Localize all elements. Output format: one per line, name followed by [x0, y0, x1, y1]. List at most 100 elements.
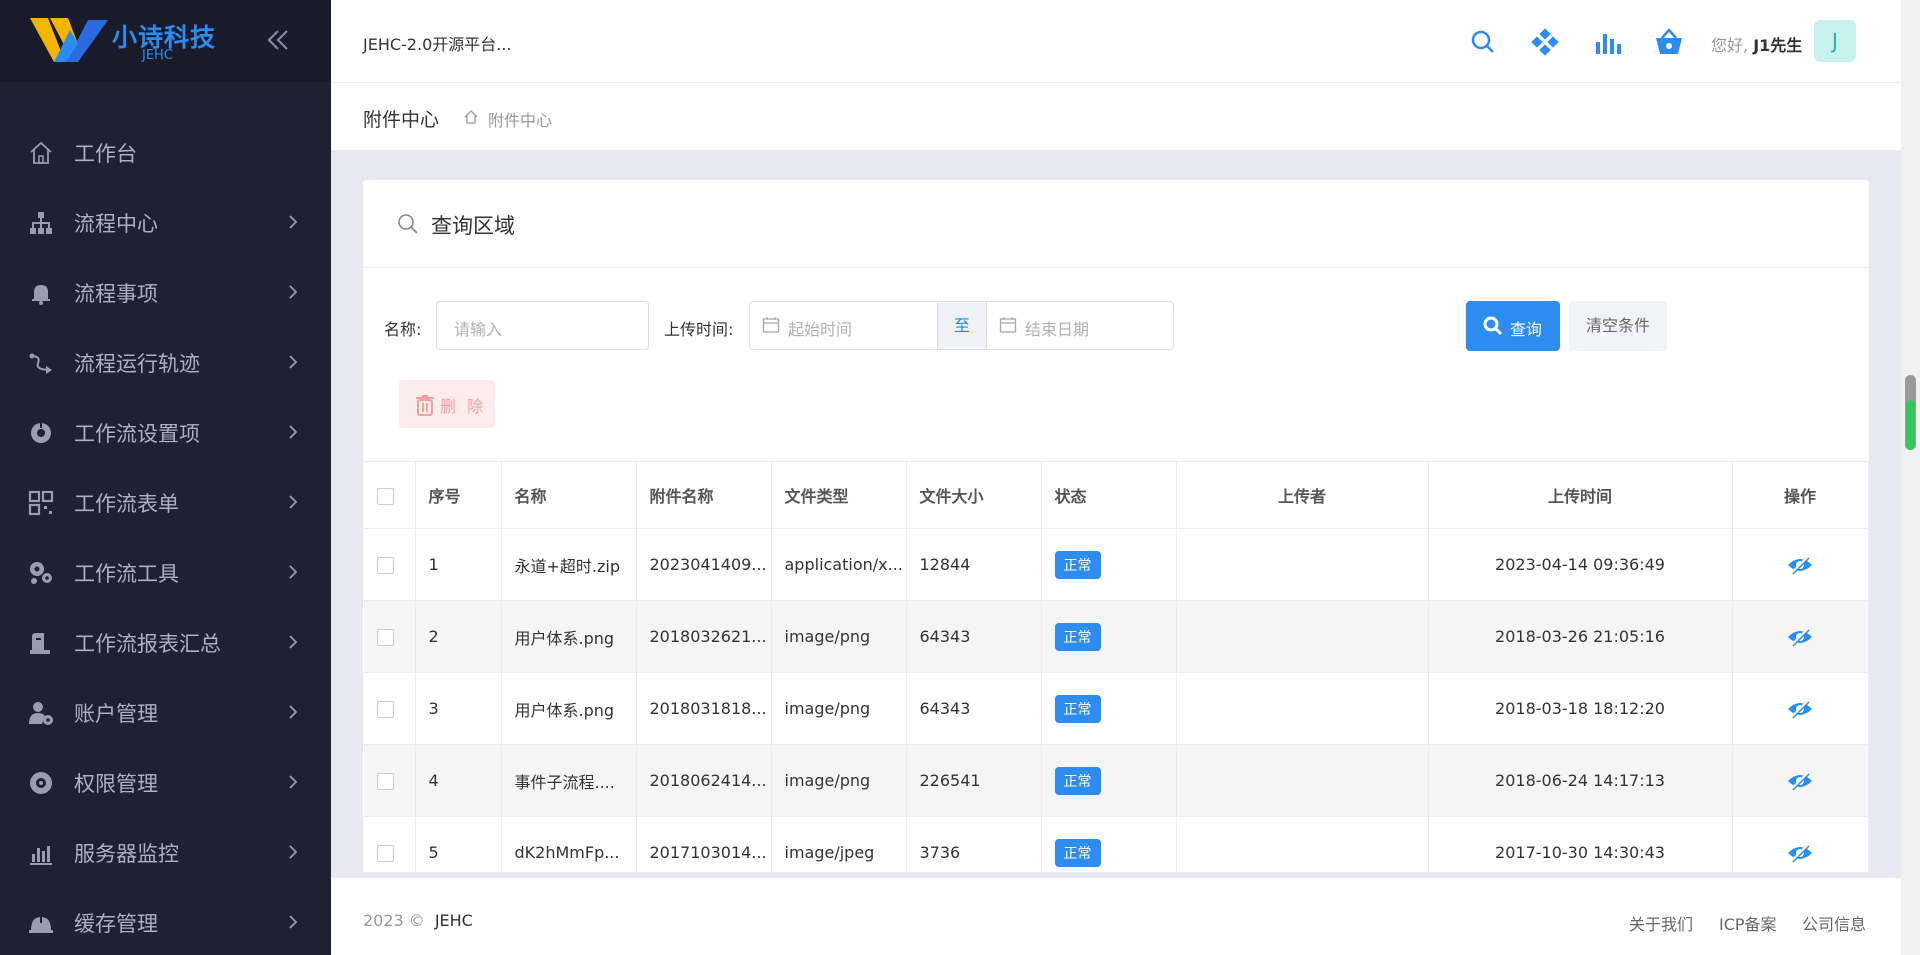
name-label: 名称: — [384, 320, 422, 339]
start-time-input[interactable]: 起始时间 — [749, 301, 938, 350]
chevron-right-icon — [289, 845, 298, 859]
basket-icon[interactable] — [1653, 26, 1685, 58]
view-icon[interactable] — [1786, 842, 1814, 864]
home-icon[interactable] — [463, 109, 479, 125]
row-checkbox[interactable] — [377, 629, 394, 646]
status-badge: 正常 — [1054, 766, 1101, 795]
row-checkbox[interactable] — [377, 845, 394, 862]
select-all-checkbox[interactable] — [377, 487, 394, 505]
table-row[interactable]: 1 永道+超时.zip 2023041409... application/x... 1… — [364, 528, 1869, 601]
view-icon[interactable] — [1786, 698, 1814, 720]
select-all-cell[interactable] — [364, 461, 416, 529]
user-gear-icon — [29, 702, 53, 725]
sidebar-item[interactable]: 工作流工具 — [0, 537, 331, 607]
row-select-cell[interactable] — [364, 600, 416, 673]
cell-status: 正常 — [1041, 672, 1177, 745]
report-icon — [30, 633, 50, 654]
sidebar-item[interactable]: 流程中心 — [0, 187, 331, 257]
query-button-label: 查询 — [1510, 320, 1543, 339]
chevron-right-icon — [289, 705, 298, 719]
footer-link-company[interactable]: 公司信息 — [1802, 911, 1866, 935]
clear-conditions-button[interactable]: 清空条件 — [1569, 301, 1667, 351]
row-select-cell[interactable] — [364, 672, 416, 745]
search-icon[interactable] — [1467, 26, 1499, 58]
name-input-placeholder: 请输入 — [454, 320, 503, 339]
cell-attachment-name: 2023041409... — [636, 528, 772, 601]
search-icon — [1483, 316, 1503, 336]
sidebar-item[interactable]: 工作流设置项 — [0, 397, 331, 467]
sidebar-item[interactable]: 权限管理 — [0, 747, 331, 817]
view-icon[interactable] — [1786, 554, 1814, 576]
view-icon[interactable] — [1786, 770, 1814, 792]
user-name[interactable]: J1先生 — [1753, 36, 1802, 55]
cell-file-type: image/png — [771, 744, 907, 817]
table-header-row: 序号 名称 附件名称 文件类型 文件大小 状态 上传者 上传时间 操作 — [364, 461, 1869, 529]
table-row[interactable]: 3 用户体系.png 2018031818... image/png 64343 正常 20… — [364, 672, 1869, 745]
row-select-cell[interactable] — [364, 528, 416, 601]
sidebar-item[interactable]: 流程运行轨迹 — [0, 327, 331, 397]
column-header: 状态 — [1041, 461, 1177, 529]
sidebar: 小诗科技 JEHC 工作台 流程中心 流程事项 流程运行轨迹 工作流设置项 工作流表单 工作… — [0, 0, 331, 955]
row-checkbox[interactable] — [377, 557, 394, 574]
helmet-icon — [29, 915, 53, 933]
table-row[interactable]: 4 事件子流程.... 2018062414... image/png 226541 正常… — [364, 744, 1869, 817]
start-time-placeholder: 起始时间 — [788, 320, 853, 339]
cell-upload-time: 2018-03-18 18:12:20 — [1428, 672, 1733, 745]
footer-link-icp[interactable]: ICP备案 — [1719, 911, 1777, 935]
shield-gear-icon — [30, 772, 52, 794]
row-checkbox[interactable] — [377, 773, 394, 790]
row-select-cell[interactable] — [364, 744, 416, 817]
footer: 2023 © JEHC 关于我们 ICP备案 公司信息 — [331, 878, 1901, 955]
stats-icon[interactable] — [1591, 26, 1623, 58]
logo-icon — [30, 18, 108, 62]
cell-name: 用户体系.png — [501, 600, 637, 673]
sidebar-item-label: 缓存管理 — [74, 912, 158, 936]
breadcrumb-current[interactable]: 附件中心 — [488, 107, 552, 131]
sidebar-item[interactable]: 工作流报表汇总 — [0, 607, 331, 677]
sidebar-item[interactable]: 服务器监控 — [0, 817, 331, 887]
cell-uploader — [1176, 528, 1429, 601]
cell-actions — [1732, 528, 1869, 601]
apps-icon[interactable] — [1529, 26, 1561, 58]
cell-actions — [1732, 744, 1869, 817]
chevron-right-icon — [289, 565, 298, 579]
sidebar-item[interactable]: 工作台 — [0, 117, 331, 187]
cell-attachment-name: 2018031818... — [636, 672, 772, 745]
name-input[interactable]: 请输入 — [436, 301, 649, 350]
platform-title[interactable]: JEHC-2.0开源平台... — [363, 31, 512, 55]
status-badge: 正常 — [1054, 838, 1101, 867]
end-time-placeholder: 结束日期 — [1025, 320, 1090, 339]
column-header: 操作 — [1732, 461, 1869, 529]
avatar[interactable]: J — [1814, 20, 1856, 62]
delete-button[interactable]: 删 除 — [399, 380, 495, 428]
row-checkbox[interactable] — [377, 701, 394, 718]
date-range-separator: 至 — [937, 301, 987, 350]
sidebar-item-label: 工作流表单 — [74, 492, 179, 516]
end-time-input[interactable]: 结束日期 — [986, 301, 1174, 350]
qrcode-icon — [28, 490, 54, 516]
column-header: 文件类型 — [771, 461, 907, 529]
cell-uploader — [1176, 744, 1429, 817]
sidebar-item[interactable]: 工作流表单 — [0, 467, 331, 537]
sidebar-item[interactable]: 缓存管理 — [0, 887, 331, 955]
page-title: 附件中心 — [363, 109, 440, 131]
cell-upload-time: 2018-06-24 14:17:13 — [1428, 744, 1733, 817]
view-icon[interactable] — [1786, 626, 1814, 648]
cell-status: 正常 — [1041, 600, 1177, 673]
table-row[interactable]: 2 用户体系.png 2018032621... image/png 64343 正常 20… — [364, 600, 1869, 673]
cell-no: 2 — [415, 600, 502, 673]
sidebar-item[interactable]: 账户管理 — [0, 677, 331, 747]
column-header: 上传时间 — [1428, 461, 1733, 529]
footer-link-about[interactable]: 关于我们 — [1629, 911, 1693, 935]
query-button[interactable]: 查询 — [1466, 301, 1560, 351]
scrollbar[interactable] — [1901, 0, 1920, 955]
chevron-right-icon — [289, 495, 298, 509]
settings-icon — [31, 422, 51, 443]
sidebar-item[interactable]: 流程事项 — [0, 257, 331, 327]
cell-actions — [1732, 672, 1869, 745]
calendar-icon — [999, 317, 1017, 333]
collapse-sidebar-icon[interactable] — [264, 26, 292, 54]
logo-subtitle: JEHC — [142, 48, 173, 63]
breadcrumb: 附件中心 附件中心 — [331, 83, 1901, 150]
copyright: 2023 © JEHC — [363, 911, 473, 930]
